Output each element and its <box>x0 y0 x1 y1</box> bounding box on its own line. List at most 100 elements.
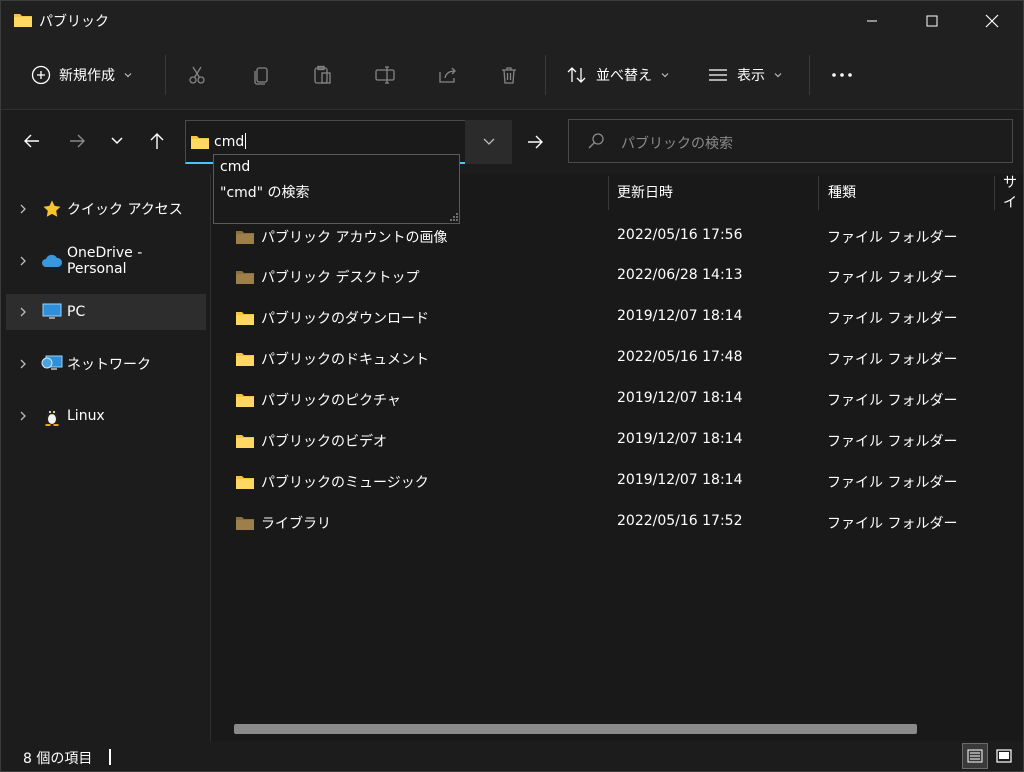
penguin-icon <box>41 406 63 426</box>
file-name: パブリックのピクチャ <box>261 393 401 409</box>
sort-button-label: 並べ替え <box>596 68 652 84</box>
folder-icon <box>236 353 254 366</box>
rename-button[interactable] <box>374 41 396 109</box>
up-button[interactable] <box>142 126 172 156</box>
file-name: パブリック デスクトップ <box>261 270 420 286</box>
sidebar-item-linux[interactable]: Linux <box>6 398 206 434</box>
chevron-right-icon[interactable] <box>11 203 35 215</box>
folder-icon <box>236 435 254 448</box>
column-divider[interactable] <box>994 176 995 210</box>
chevron-right-icon[interactable] <box>11 410 35 422</box>
delete-icon <box>502 67 516 84</box>
file-name: ライブラリ <box>261 516 331 532</box>
address-dropdown-button[interactable] <box>465 120 512 164</box>
sidebar-item-onedrive[interactable]: OneDrive - Personal <box>6 243 206 279</box>
chevron-down-icon <box>661 73 669 78</box>
paste-icon <box>314 65 331 84</box>
search-placeholder: パブリックの検索 <box>621 136 733 152</box>
table-row[interactable]: パブリックのビデオ 2019/12/07 18:14 ファイル フォルダー <box>225 421 985 461</box>
status-bar: 8 個の項目 <box>1 741 1023 771</box>
cut-button[interactable] <box>187 41 207 109</box>
sidebar-item-pc[interactable]: PC <box>6 294 206 330</box>
more-button[interactable] <box>831 41 853 109</box>
arrow-up-icon <box>150 133 164 149</box>
file-type: ファイル フォルダー <box>827 230 958 246</box>
monitor-icon <box>41 302 63 322</box>
toolbar-separator <box>809 55 810 95</box>
delete-button[interactable] <box>499 41 519 109</box>
share-icon <box>439 67 456 83</box>
toolbar-separator <box>165 55 166 95</box>
chevron-down-icon <box>774 73 782 78</box>
chevron-right-icon[interactable] <box>11 358 35 370</box>
arrow-right-icon <box>70 134 85 148</box>
arrow-left-icon <box>24 134 39 148</box>
autocomplete-item[interactable]: "cmd" の検索 <box>220 182 310 202</box>
arrow-right-icon <box>528 135 543 149</box>
file-date: 2022/05/16 17:48 <box>617 349 743 365</box>
column-header-type[interactable]: 種類 <box>828 174 856 210</box>
star-icon <box>41 199 63 219</box>
minimize-icon <box>867 20 877 22</box>
folder-icon <box>191 136 209 149</box>
resize-grip-icon[interactable] <box>450 213 458 221</box>
go-button[interactable] <box>515 120 555 164</box>
folder-dark-icon <box>236 517 254 530</box>
column-header-date[interactable]: 更新日時 <box>617 174 673 210</box>
new-button[interactable]: 新規作成 <box>31 41 133 109</box>
file-type: ファイル フォルダー <box>827 516 958 532</box>
close-button[interactable] <box>967 1 1017 41</box>
file-name: パブリックのダウンロード <box>261 311 429 327</box>
details-view-button[interactable] <box>962 743 988 769</box>
search-icon <box>588 133 604 149</box>
copy-button[interactable] <box>251 41 271 109</box>
sidebar-item-network[interactable]: ネットワーク <box>6 346 206 382</box>
large-icons-view-button[interactable] <box>991 743 1017 769</box>
view-button-label: 表示 <box>737 68 765 84</box>
table-row[interactable]: パブリック デスクトップ 2022/06/28 14:13 ファイル フォルダー <box>225 257 985 297</box>
address-autocomplete: cmd "cmd" の検索 <box>213 154 460 224</box>
table-row[interactable]: パブリックのダウンロード 2019/12/07 18:14 ファイル フォルダー <box>225 298 985 338</box>
file-date: 2019/12/07 18:14 <box>617 431 743 447</box>
horizontal-scrollbar[interactable] <box>234 724 917 734</box>
table-row[interactable]: パブリックのピクチャ 2019/12/07 18:14 ファイル フォルダー <box>225 380 985 420</box>
view-button[interactable]: 表示 <box>707 41 783 109</box>
file-type: ファイル フォルダー <box>827 393 958 409</box>
search-box[interactable]: パブリックの検索 <box>568 119 1013 163</box>
address-input[interactable]: cmd <box>214 133 247 150</box>
file-name: パブリック アカウントの画像 <box>261 230 448 246</box>
command-bar: 新規作成 並べ替え 表示 <box>1 41 1023 110</box>
table-row[interactable]: ライブラリ 2022/05/16 17:52 ファイル フォルダー <box>225 503 985 543</box>
folder-dark-icon <box>236 271 254 284</box>
back-button[interactable] <box>17 126 47 156</box>
file-name: パブリックのミュージック <box>261 475 429 491</box>
share-button[interactable] <box>437 41 459 109</box>
chevron-right-icon[interactable] <box>11 255 35 267</box>
table-row[interactable]: パブリックのミュージック 2019/12/07 18:14 ファイル フォルダー <box>225 462 985 502</box>
minimize-button[interactable] <box>847 1 897 41</box>
sidebar-item-label: Linux <box>67 408 105 424</box>
paste-button[interactable] <box>312 41 332 109</box>
column-header-size[interactable]: サイ <box>1003 174 1023 211</box>
explorer-window: パブリック 新規作成 並べ替え 表示 cmd パブリックの検索 クイック アクセ… <box>0 0 1024 772</box>
maximize-button[interactable] <box>907 1 957 41</box>
sidebar-item-quick-access[interactable]: クイック アクセス <box>6 191 206 227</box>
item-count: 8 個の項目 <box>23 751 93 767</box>
column-divider[interactable] <box>818 176 819 210</box>
chevron-right-icon[interactable] <box>11 306 35 318</box>
file-type: ファイル フォルダー <box>827 311 958 327</box>
recent-locations-button[interactable] <box>102 126 132 156</box>
view-icon <box>709 69 727 81</box>
column-divider[interactable] <box>608 176 609 210</box>
autocomplete-item[interactable]: cmd <box>220 159 250 175</box>
folder-icon <box>236 476 254 489</box>
forward-button[interactable] <box>62 126 92 156</box>
table-row[interactable]: パブリックのドキュメント 2022/05/16 17:48 ファイル フォルダー <box>225 339 985 379</box>
folder-dark-icon <box>236 231 254 244</box>
sort-button[interactable]: 並べ替え <box>566 41 670 109</box>
chevron-down-icon <box>111 137 123 145</box>
file-name: パブリックのビデオ <box>261 434 387 450</box>
navigation-bar: cmd パブリックの検索 <box>1 110 1023 174</box>
window-title: パブリック <box>39 14 109 30</box>
rename-icon <box>375 66 395 84</box>
